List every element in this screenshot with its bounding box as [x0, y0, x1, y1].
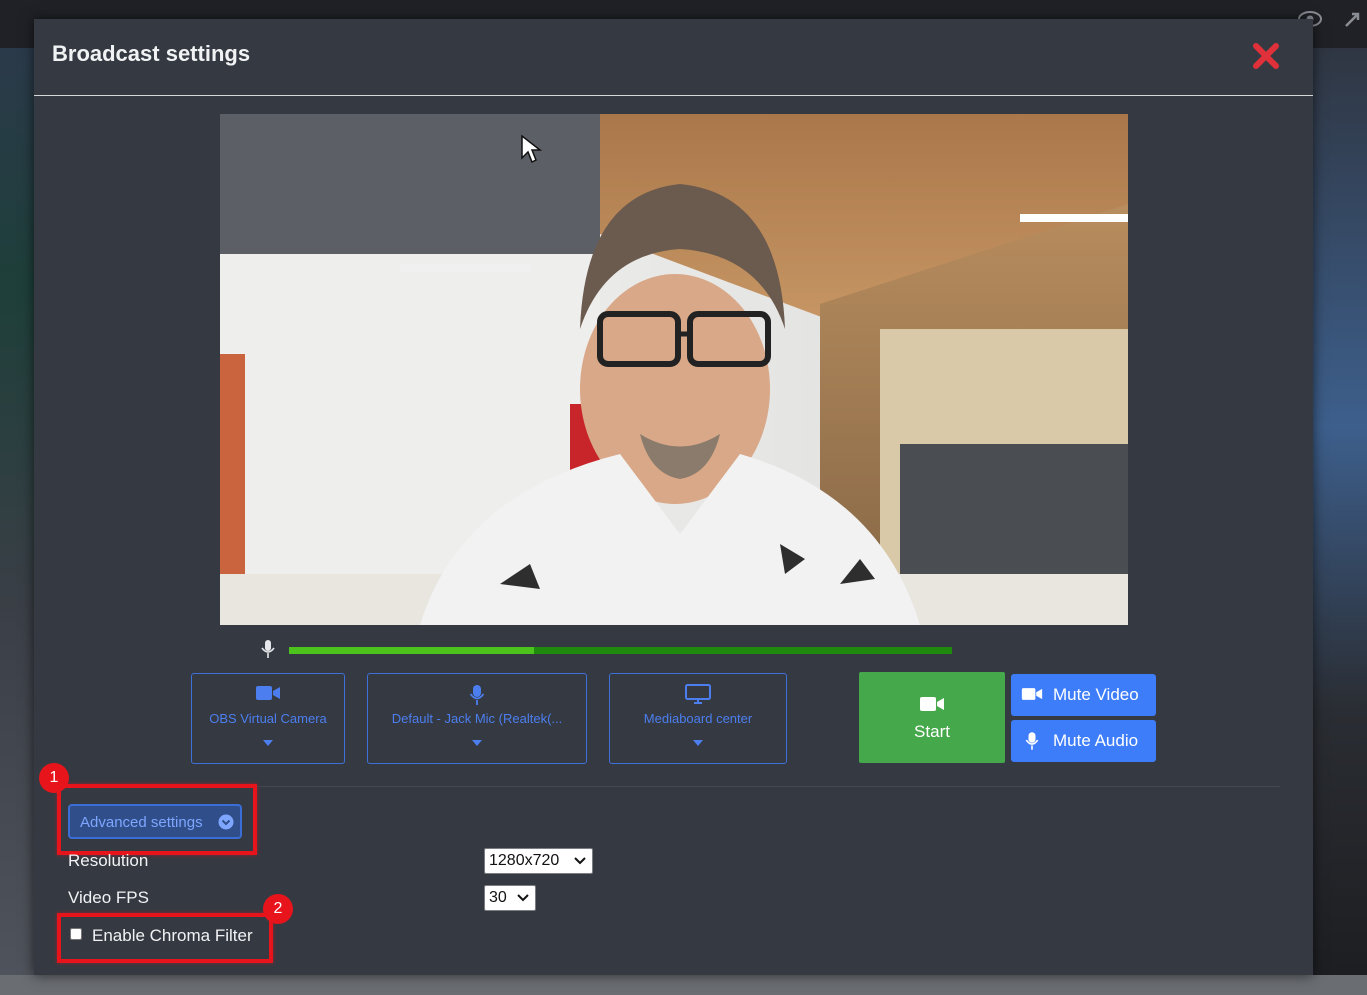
- chevron-down-circle-icon: [218, 814, 234, 830]
- microphone-icon: [469, 685, 485, 705]
- microphone-icon: [1025, 732, 1039, 750]
- annotation-number-1: 1: [39, 763, 69, 793]
- microphone-icon: [261, 640, 275, 658]
- video-camera-icon: [1021, 688, 1043, 700]
- mute-video-label: Mute Video: [1053, 685, 1139, 704]
- background-scene-left: [0, 48, 34, 995]
- chevron-down-icon: [517, 894, 529, 902]
- video-camera-icon: [256, 686, 280, 700]
- resolution-select[interactable]: 1280x720: [484, 848, 593, 874]
- mute-video-button[interactable]: Mute Video: [1011, 674, 1156, 716]
- advanced-settings-label: Advanced settings: [80, 814, 203, 831]
- modal-title: Broadcast settings: [52, 41, 251, 66]
- caret-down-icon: [693, 740, 703, 746]
- audio-level-track: [289, 647, 952, 654]
- annotation-number-2: 2: [263, 894, 293, 924]
- start-broadcast-label: Start: [914, 722, 950, 741]
- monitor-icon: [685, 684, 711, 704]
- mute-audio-button[interactable]: Mute Audio: [1011, 720, 1156, 762]
- broadcast-settings-modal: Broadcast settings OBS Virtual Camera De…: [34, 19, 1313, 975]
- camera-select-label: OBS Virtual Camera: [209, 711, 327, 726]
- camera-preview-image: [220, 114, 1128, 625]
- video-fps-label: Video FPS: [68, 888, 149, 907]
- audio-level-fill: [289, 647, 535, 654]
- advanced-settings-toggle[interactable]: Advanced settings: [68, 804, 242, 839]
- caret-down-icon: [472, 740, 482, 746]
- resolution-select-value: 1280x720: [489, 852, 560, 869]
- resolution-label: Resolution: [68, 851, 149, 870]
- chevron-down-icon: [574, 857, 586, 865]
- close-icon: [1253, 43, 1279, 69]
- video-fps-select-value: 30: [489, 889, 507, 906]
- chroma-filter-label[interactable]: Enable Chroma Filter: [92, 926, 253, 946]
- start-broadcast-button[interactable]: Start: [859, 672, 1005, 763]
- screen-share-select-label: Mediaboard center: [643, 711, 753, 726]
- video-fps-select[interactable]: 30: [484, 885, 536, 911]
- chroma-filter-checkbox[interactable]: [70, 928, 82, 940]
- video-camera-icon: [920, 697, 944, 711]
- audio-level-meter: [260, 639, 960, 661]
- mouse-cursor-icon: [521, 134, 542, 164]
- camera-preview: [220, 114, 1128, 625]
- microphone-select-label: Default - Jack Mic (Realtek(...: [391, 711, 563, 726]
- mute-audio-label: Mute Audio: [1053, 731, 1139, 750]
- microphone-select-button[interactable]: Default - Jack Mic (Realtek(...: [367, 673, 587, 764]
- screen-share-select-button[interactable]: Mediaboard center: [609, 673, 787, 764]
- caret-down-icon: [263, 740, 273, 746]
- camera-select-button[interactable]: OBS Virtual Camera: [191, 673, 345, 764]
- background-scene-right: [1313, 48, 1367, 995]
- close-button[interactable]: [1252, 41, 1280, 71]
- pointer-icon[interactable]: [1340, 8, 1366, 30]
- modal-header: Broadcast settings: [34, 19, 1313, 96]
- background-scene-bottom: [0, 975, 1367, 995]
